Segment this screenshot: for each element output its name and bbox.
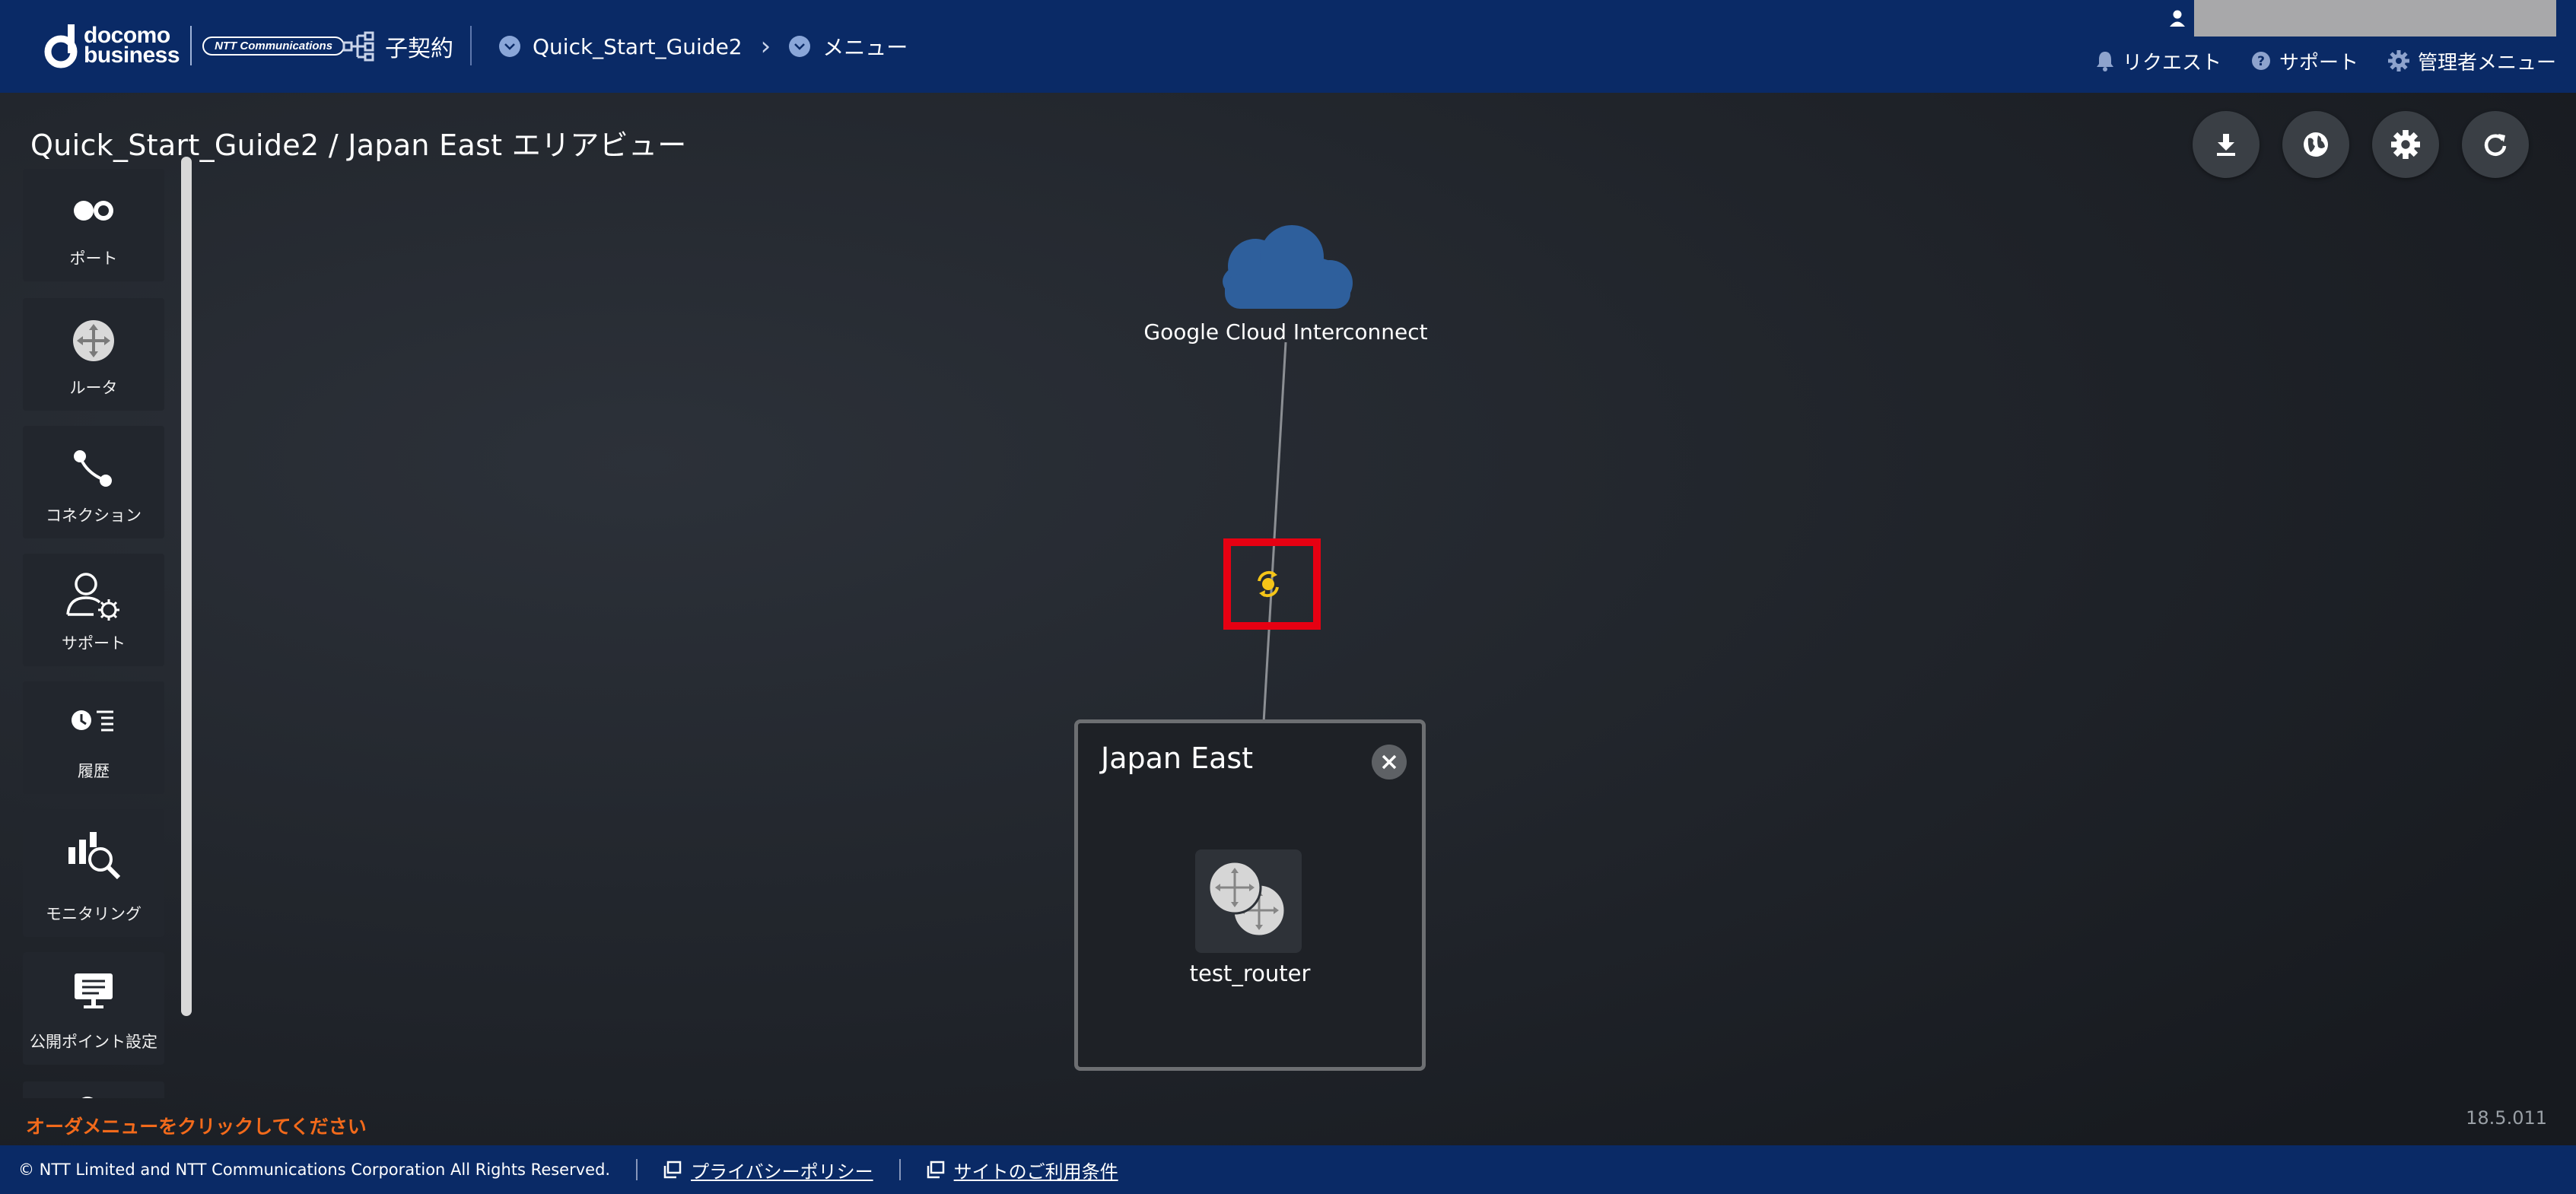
palette-label-port: ポート	[69, 249, 118, 268]
terms-label: サイトのご利用条件	[953, 1161, 1118, 1183]
palette-label-support: サポート	[62, 634, 126, 653]
palette-label-monitoring: モニタリング	[46, 905, 142, 923]
external-window-icon	[663, 1161, 682, 1179]
settings-button[interactable]	[2372, 111, 2439, 178]
palette-item-public-point[interactable]: 公開ポイント設定	[23, 952, 164, 1065]
version-label: 18.5.011	[2466, 1107, 2547, 1129]
connection-status-icon[interactable]	[1251, 567, 1285, 601]
footer: © NTT Limited and NTT Communications Cor…	[0, 1145, 2576, 1194]
gear-icon	[2391, 130, 2420, 159]
terms-link[interactable]: サイトのご利用条件	[927, 1157, 1118, 1183]
palette-item-router[interactable]: ルータ	[23, 298, 164, 411]
connection-icon	[23, 449, 164, 488]
privacy-policy-link[interactable]: プライバシーポリシー	[663, 1157, 873, 1183]
router-icon	[23, 319, 164, 362]
router-node-label: test_router	[1189, 961, 1311, 986]
palette-label-router: ルータ	[69, 379, 118, 397]
monitoring-icon	[23, 830, 164, 879]
close-icon[interactable]	[1372, 745, 1407, 780]
page-title: Quick_Start_Guide2 / Japan East エリアビュー	[30, 129, 687, 162]
router-node[interactable]	[1195, 849, 1302, 953]
palette-label-history: 履歴	[78, 762, 110, 780]
globe-icon	[2304, 132, 2328, 157]
support-user-icon	[23, 570, 164, 624]
display-icon	[23, 972, 164, 1010]
region-title: Japan East	[1101, 741, 1254, 775]
download-icon	[2217, 134, 2235, 156]
palette-item-more[interactable]	[23, 1081, 164, 1098]
palette-item-history[interactable]: 履歴	[23, 681, 164, 794]
palette-item-support[interactable]: サポート	[23, 554, 164, 666]
refresh-icon	[2484, 134, 2507, 156]
partial-icon	[23, 1092, 164, 1098]
palette-item-monitoring[interactable]: モニタリング	[23, 809, 164, 937]
port-icon	[23, 199, 164, 222]
router-icon	[1207, 860, 1286, 938]
external-window-icon	[927, 1161, 944, 1179]
palette-item-port[interactable]: ポート	[23, 169, 164, 281]
order-menu-message: オーダメニューをクリックしてください	[26, 1116, 367, 1138]
globe-button[interactable]	[2282, 111, 2349, 178]
cloud-node-label[interactable]: Google Cloud Interconnect	[1126, 319, 1445, 345]
download-button[interactable]	[2193, 111, 2260, 178]
palette-label-connection: コネクション	[46, 506, 142, 525]
palette-label-public-point: 公開ポイント設定	[30, 1033, 157, 1051]
refresh-button[interactable]	[2462, 111, 2529, 178]
copyright-text: © NTT Limited and NTT Communications Cor…	[18, 1161, 611, 1179]
region-japan-east[interactable]: Japan East test_router	[1074, 719, 1426, 1071]
history-icon	[23, 707, 164, 735]
palette-item-connection[interactable]: コネクション	[23, 426, 164, 538]
privacy-policy-label: プライバシーポリシー	[691, 1161, 873, 1183]
order-palette: ポート ルータ コネクション サポート 履歴 モニタリング 公開ポイント設定	[23, 169, 164, 1098]
palette-scrollbar[interactable]	[181, 157, 192, 1016]
